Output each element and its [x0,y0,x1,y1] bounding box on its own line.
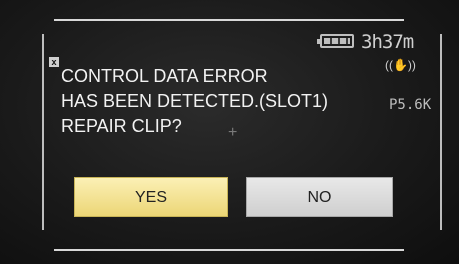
camera-setting: P5.6K [389,97,432,113]
battery-icon [317,34,354,48]
frame-left-line [42,34,44,230]
message-line-1: CONTROL DATA ERROR [61,66,268,86]
frame-right-line [440,34,442,230]
error-icon: x [49,57,59,67]
message-line-3: REPAIR CLIP? [61,116,182,136]
message-line-2: HAS BEEN DETECTED.(SLOT1) [61,91,329,111]
battery-level [324,38,350,44]
error-message: CONTROL DATA ERROR HAS BEEN DETECTED.(SL… [61,64,391,139]
camera-screen: 3h37m ((✋)) P5.6K x CONTROL DATA ERROR H… [0,0,459,264]
no-button[interactable]: NO [246,177,393,217]
frame-bottom-line [54,249,404,251]
crosshair-icon: + [228,124,238,141]
yes-button[interactable]: YES [74,177,228,217]
time-remaining: 3h37m [361,31,414,53]
frame-top-line [54,19,404,21]
